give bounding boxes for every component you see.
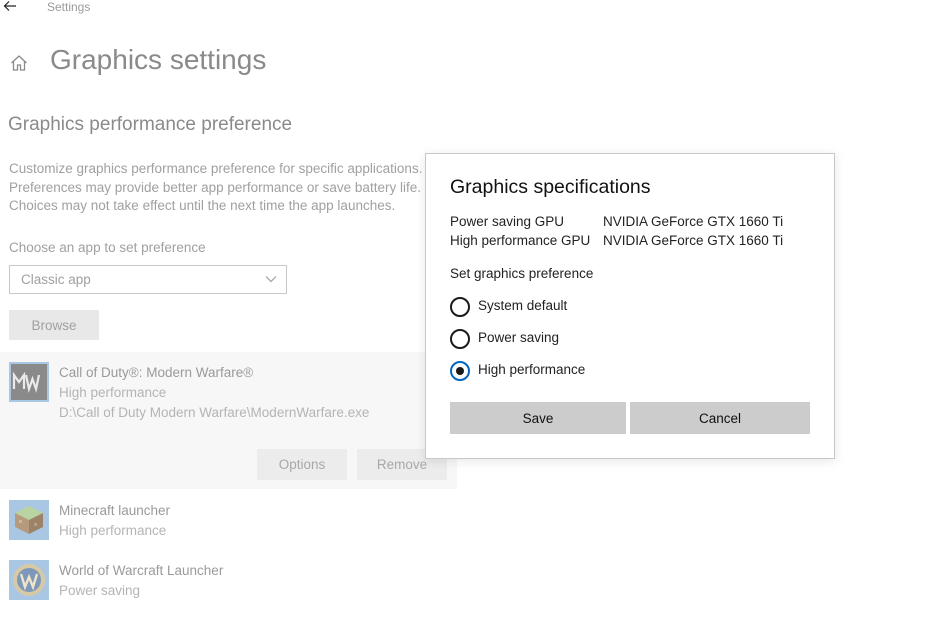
radio-label: High performance [478, 362, 586, 377]
radio-button[interactable] [450, 297, 470, 317]
app-type-dropdown[interactable]: Classic app [9, 265, 287, 294]
app-list-item[interactable]: Minecraft launcher High performance [0, 495, 457, 547]
section-title: Graphics performance preference [8, 114, 293, 135]
settings-window: Settings Graphics settings Graphics perf… [0, 0, 931, 620]
chevron-down-icon [265, 276, 277, 283]
description-line: Choices may not take effect until the ne… [9, 198, 396, 213]
description: Customize graphics performance preferenc… [9, 160, 429, 216]
app-path: D:\Call of Duty Modern Warfare\ModernWar… [59, 405, 370, 420]
browse-button[interactable]: Browse [9, 310, 99, 340]
preference-heading: Set graphics preference [450, 266, 594, 281]
radio-button-checked[interactable] [450, 361, 470, 381]
page-title: Graphics settings [50, 44, 267, 75]
radio-button[interactable] [450, 329, 470, 349]
app-preference: High performance [59, 385, 167, 400]
radio-label: Power saving [478, 330, 560, 345]
cancel-button[interactable]: Cancel [630, 402, 810, 434]
app-name: Minecraft launcher [59, 503, 171, 518]
description-line: Preferences may provide better app perfo… [9, 179, 421, 195]
high-performance-gpu-label: High performance GPU [450, 233, 591, 248]
back-arrow-icon[interactable] [2, 0, 18, 14]
radio-system-default[interactable]: System default [450, 296, 750, 318]
app-preference: High performance [59, 523, 167, 538]
options-button[interactable]: Options [257, 449, 347, 480]
minecraft-icon [9, 500, 49, 540]
choose-app-label: Choose an app to set preference [9, 240, 206, 255]
window-title: Settings [47, 0, 91, 14]
radio-high-performance[interactable]: High performance [450, 360, 750, 382]
title-bar: Settings [0, 0, 931, 16]
app-list-item-selected[interactable]: Call of Duty®: Modern Warfare® High perf… [0, 352, 457, 489]
radio-label: System default [478, 298, 568, 313]
app-name: World of Warcraft Launcher [59, 563, 224, 578]
modern-warfare-icon [9, 362, 49, 402]
description-line: Customize graphics performance preferenc… [9, 161, 423, 176]
power-saving-gpu-label: Power saving GPU [450, 214, 565, 229]
app-list-item[interactable]: World of Warcraft Launcher Power saving [0, 555, 457, 607]
power-saving-gpu-value: NVIDIA GeForce GTX 1660 Ti [603, 214, 784, 229]
app-type-selected-value: Classic app [21, 272, 91, 287]
dialog-title: Graphics specifications [450, 176, 651, 198]
save-button[interactable]: Save [450, 402, 626, 434]
home-icon [11, 55, 27, 71]
warcraft-icon [9, 560, 49, 600]
app-preference: Power saving [59, 583, 141, 598]
high-performance-gpu-value: NVIDIA GeForce GTX 1660 Ti [603, 233, 784, 248]
graphics-specifications-dialog: Graphics specifications Power saving GPU… [425, 153, 835, 459]
radio-power-saving[interactable]: Power saving [450, 328, 750, 350]
app-name: Call of Duty®: Modern Warfare® [59, 365, 254, 380]
